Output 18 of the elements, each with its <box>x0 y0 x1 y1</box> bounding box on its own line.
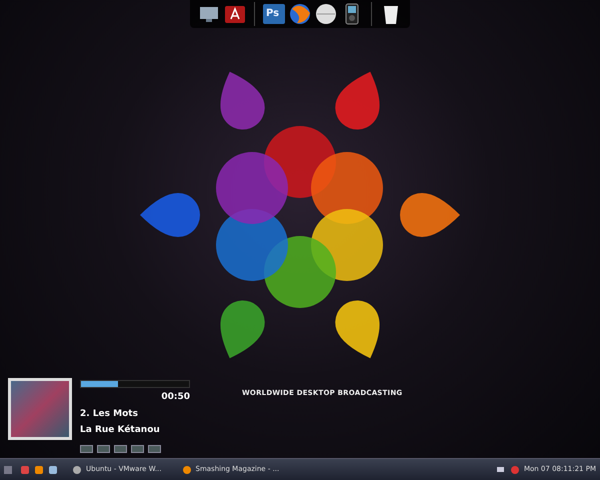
player-control-button[interactable] <box>80 444 93 452</box>
folder-icon[interactable] <box>224 3 246 25</box>
app-icon <box>182 464 192 474</box>
tray-app-icon[interactable] <box>510 464 520 474</box>
player-control-button[interactable] <box>131 444 144 452</box>
elapsed-time: 00:50 <box>161 391 190 404</box>
album-art-placeholder <box>8 378 72 440</box>
start-button[interactable] <box>4 466 12 474</box>
player-control-button[interactable] <box>97 444 110 452</box>
network-icon[interactable] <box>496 464 506 474</box>
app-icon <box>72 464 82 474</box>
artist-name: La Rue Kétanou <box>80 424 161 437</box>
player-control-button[interactable] <box>148 444 161 452</box>
track-title: 2. Les Mots <box>80 408 139 420</box>
photoshop-folder-icon[interactable]: Ps <box>263 4 285 24</box>
progress-bar[interactable] <box>80 380 190 388</box>
ball-icon[interactable] <box>315 3 337 25</box>
player-control-button[interactable] <box>114 444 127 452</box>
